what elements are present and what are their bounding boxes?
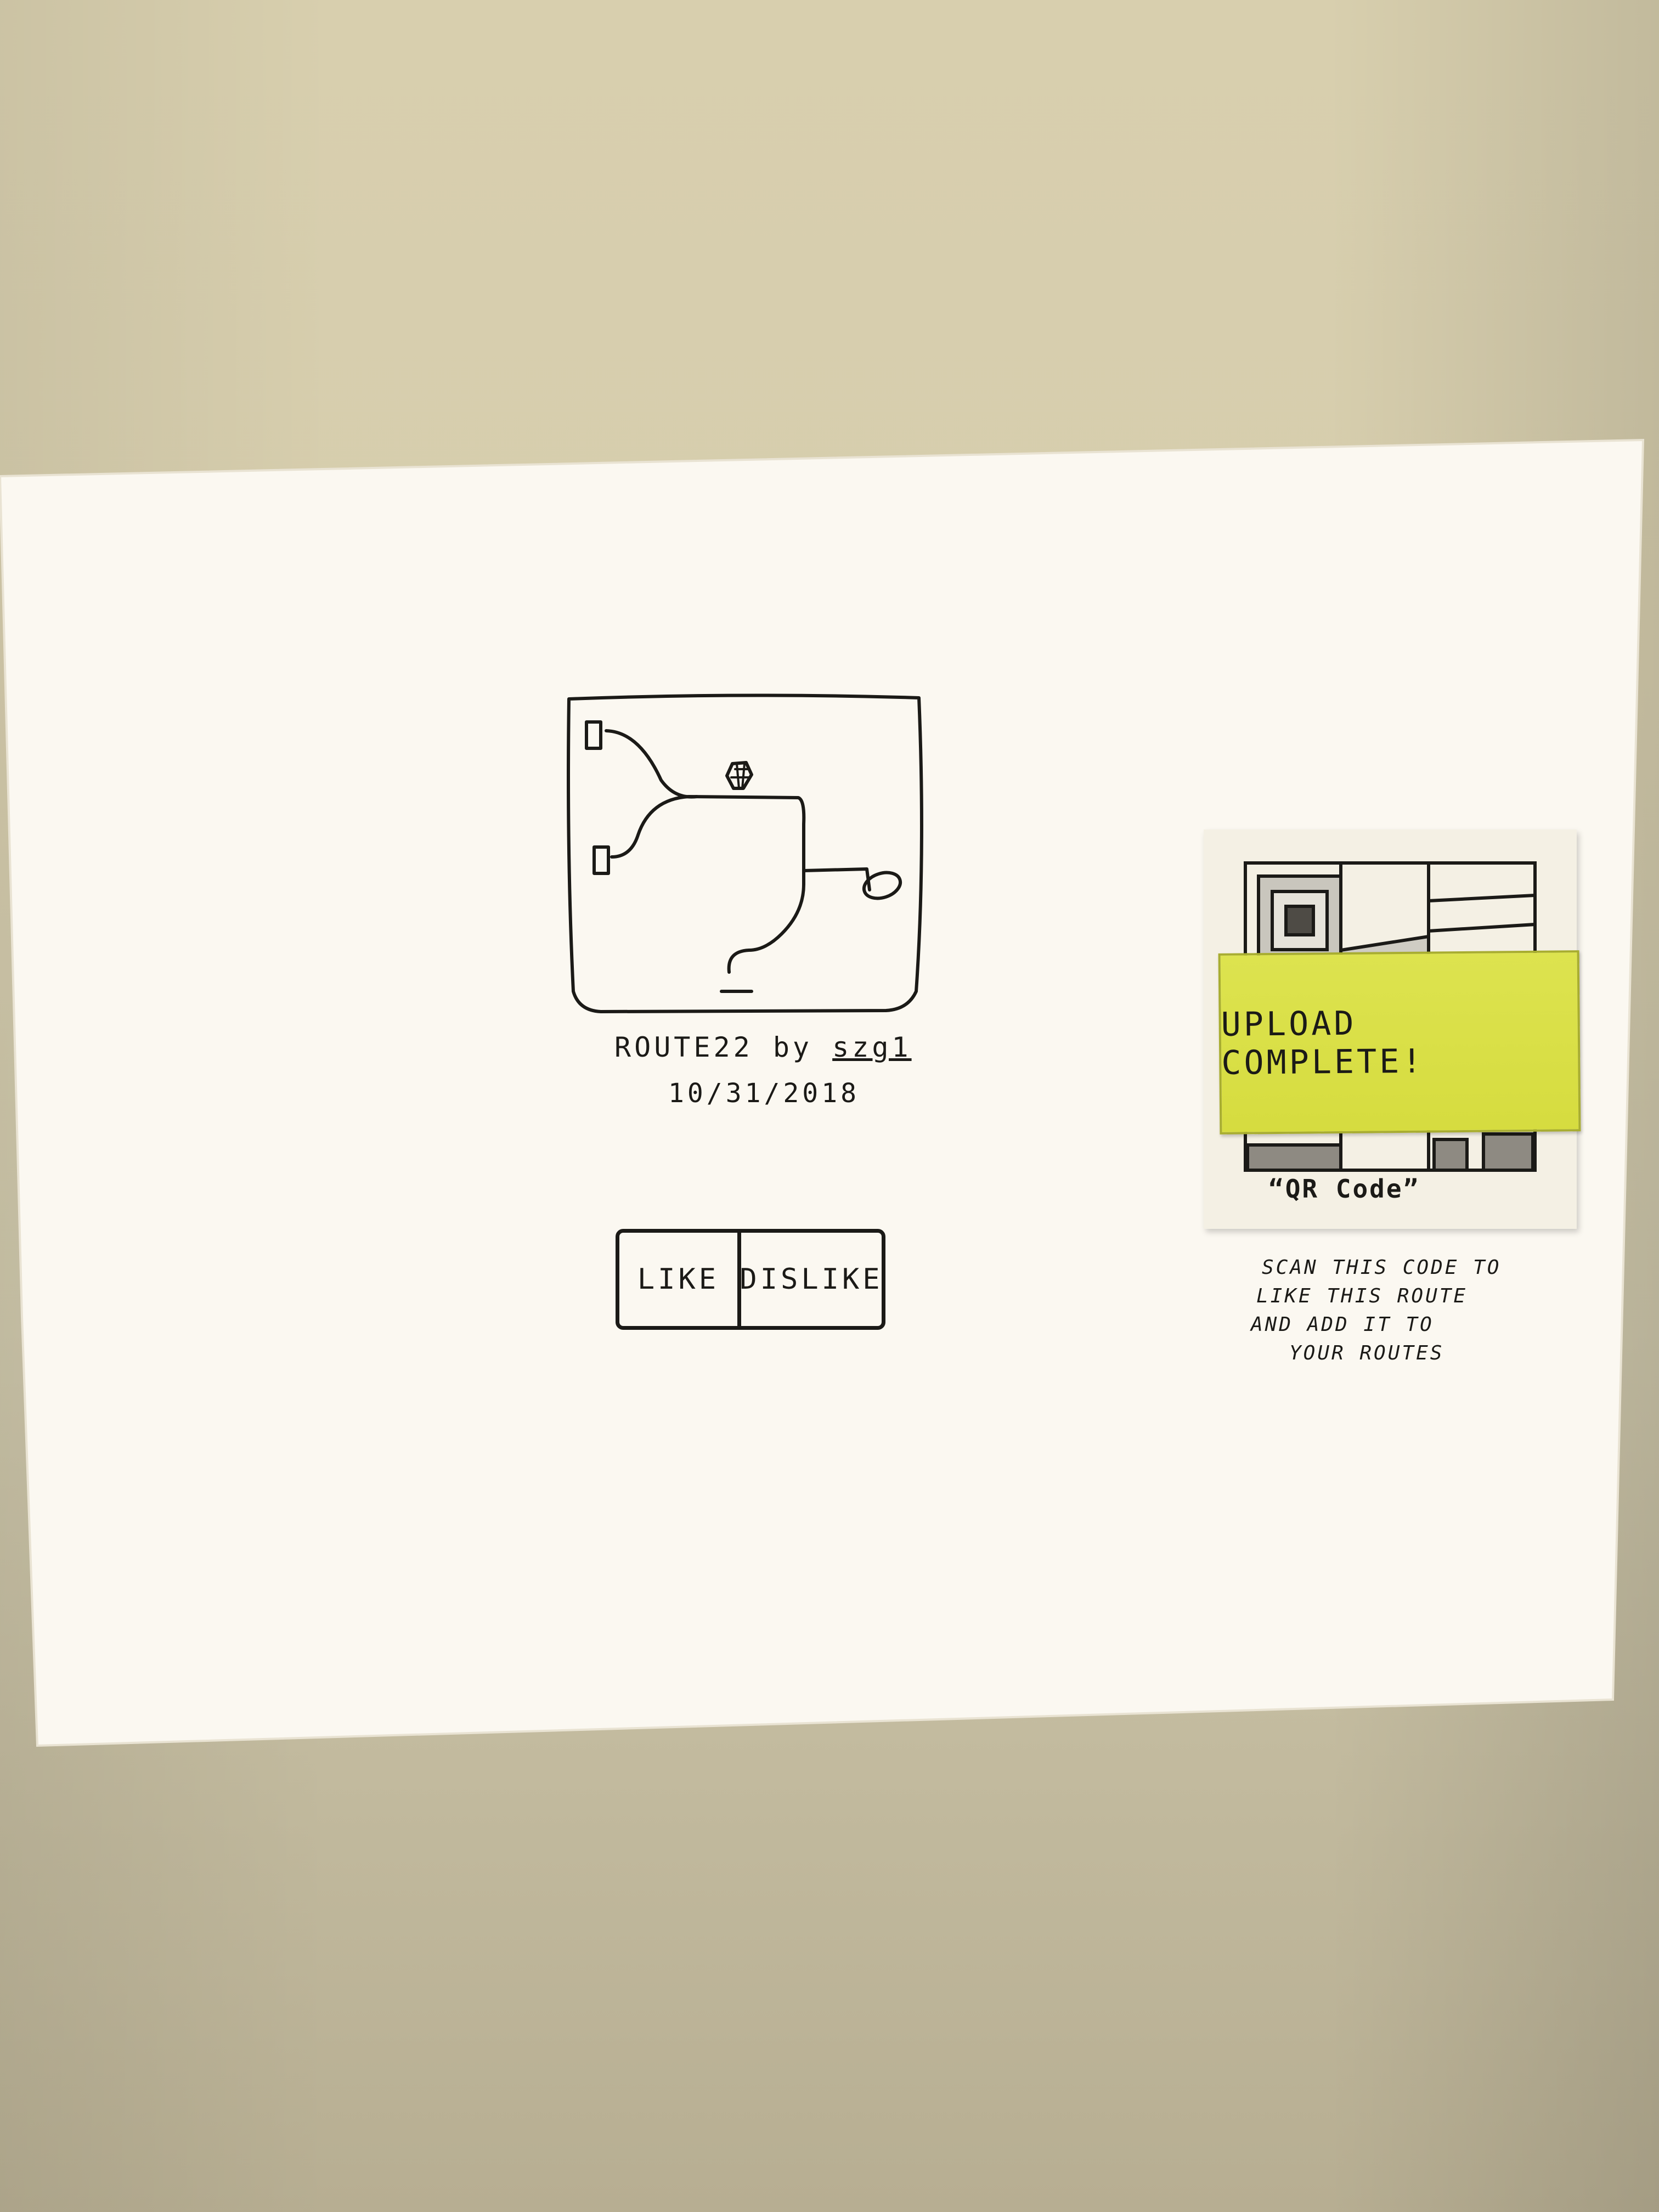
qr-instructions: SCAN THIS CODE TO LIKE THIS ROUTE AND AD… [1251,1254,1558,1368]
route-title: ROUTE22 by szg1 [614,1031,912,1063]
hold-icon [592,845,610,875]
route-author-link[interactable]: szg1 [832,1031,911,1063]
instruction-line: YOUR ROUTES [1289,1342,1444,1364]
instruction-line: SCAN THIS CODE TO [1262,1256,1502,1279]
climbing-hold-icon [725,761,753,790]
upload-complete-message: UPLOAD COMPLETE! [1221,1004,1425,1082]
route-map-icon[interactable] [562,692,924,1013]
instruction-line: LIKE THIS ROUTE [1256,1285,1468,1307]
route-date: 10/31/2018 [668,1078,860,1109]
vote-button-group: LIKE DISLIKE [616,1229,885,1330]
hold-icon [585,720,602,750]
like-button[interactable]: LIKE [619,1233,741,1326]
dislike-button[interactable]: DISLIKE [740,1233,882,1326]
instruction-line: AND ADD IT TO [1251,1313,1434,1336]
qr-caption: “QR Code” [1268,1174,1420,1204]
upload-complete-toast: UPLOAD COMPLETE! [1218,950,1581,1135]
